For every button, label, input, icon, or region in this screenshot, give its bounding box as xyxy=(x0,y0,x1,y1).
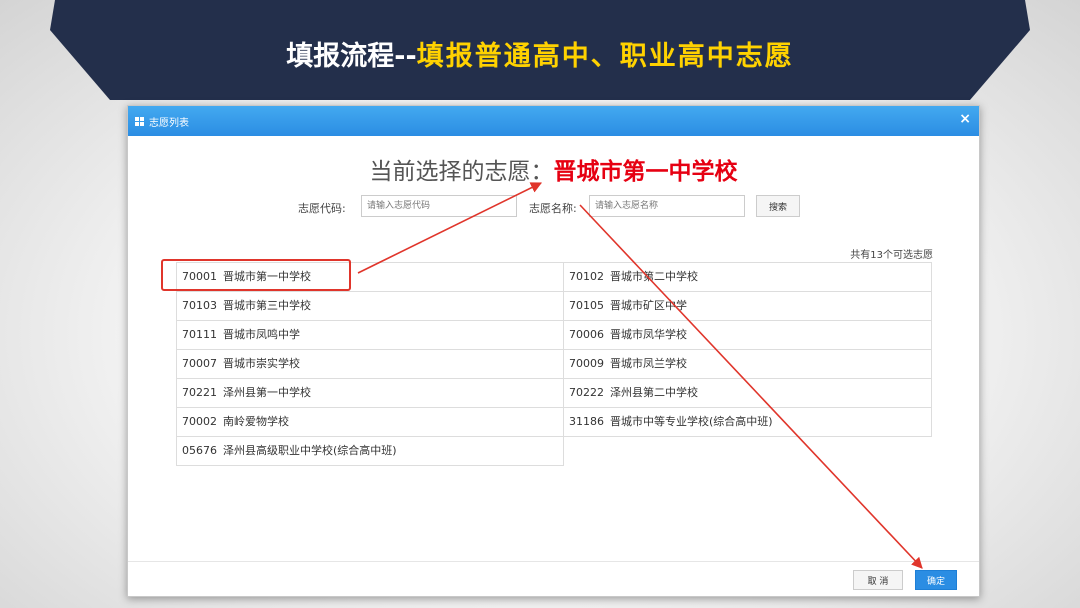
school-code: 70001 xyxy=(182,270,217,283)
school-name: 晋城市凤兰学校 xyxy=(610,357,687,370)
banner-title: 填报流程--填报普通高中、职业高中志愿 xyxy=(0,34,1080,73)
volunteer-list-dialog: 志愿列表 × 当前选择的志愿：晋城市第一中学校 志愿代码: 志愿名称: 搜索 共… xyxy=(127,105,980,597)
school-code: 70103 xyxy=(182,299,217,312)
school-option[interactable]: 70111 晋城市凤鸣中学 xyxy=(176,320,564,350)
banner-title-yellow: 填报普通高中、职业高中志愿 xyxy=(416,41,794,72)
current-selection-label: 当前选择的志愿： xyxy=(369,159,554,185)
school-code: 70111 xyxy=(182,328,217,341)
school-option[interactable]: 70222 泽州县第二中学校 xyxy=(563,378,932,408)
code-label: 志愿代码: xyxy=(298,202,346,215)
school-option[interactable]: 05676 泽州县高级职业中学校(综合高中班) xyxy=(176,436,564,466)
school-name: 泽州县第一中学校 xyxy=(223,386,311,399)
name-input[interactable] xyxy=(589,195,745,217)
school-code: 70221 xyxy=(182,386,217,399)
school-option[interactable]: 70102 晋城市第二中学校 xyxy=(563,262,932,292)
school-code: 70002 xyxy=(182,415,217,428)
school-name: 泽州县第二中学校 xyxy=(610,386,698,399)
school-name: 晋城市中等专业学校(综合高中班) xyxy=(610,415,773,428)
school-option[interactable]: 70001 晋城市第一中学校 xyxy=(176,262,564,292)
school-name: 晋城市崇实学校 xyxy=(223,357,300,370)
school-option[interactable]: 31186 晋城市中等专业学校(综合高中班) xyxy=(563,407,932,437)
footer-divider xyxy=(128,561,979,562)
banner-title-white: 填报流程-- xyxy=(286,41,417,72)
school-name: 晋城市第三中学校 xyxy=(223,299,311,312)
school-code: 70105 xyxy=(569,299,604,312)
school-name: 晋城市凤鸣中学 xyxy=(223,328,300,341)
available-count: 共有13个可选志愿 xyxy=(850,250,933,261)
school-option[interactable]: 70105 晋城市矿区中学 xyxy=(563,291,932,321)
school-code: 70006 xyxy=(569,328,604,341)
school-code: 70222 xyxy=(569,386,604,399)
dialog-title: 志愿列表 xyxy=(149,118,189,129)
close-icon[interactable]: × xyxy=(959,111,971,127)
current-selection: 当前选择的志愿：晋城市第一中学校 xyxy=(128,152,979,186)
school-code: 31186 xyxy=(569,415,604,428)
school-option[interactable]: 70103 晋城市第三中学校 xyxy=(176,291,564,321)
cancel-button[interactable]: 取 消 xyxy=(853,570,903,590)
school-option[interactable]: 70007 晋城市崇实学校 xyxy=(176,349,564,379)
school-code: 70007 xyxy=(182,357,217,370)
school-name: 南岭爱物学校 xyxy=(223,415,289,428)
school-name: 晋城市第一中学校 xyxy=(223,270,311,283)
school-option[interactable]: 70221 泽州县第一中学校 xyxy=(176,378,564,408)
confirm-button[interactable]: 确定 xyxy=(915,570,957,590)
school-option[interactable]: 70009 晋城市凤兰学校 xyxy=(563,349,932,379)
grid-icon xyxy=(135,117,144,126)
code-input[interactable] xyxy=(361,195,517,217)
school-option[interactable]: 70006 晋城市凤华学校 xyxy=(563,320,932,350)
school-name: 晋城市矿区中学 xyxy=(610,299,687,312)
school-name: 晋城市第二中学校 xyxy=(610,270,698,283)
school-option[interactable]: 70002 南岭爱物学校 xyxy=(176,407,564,437)
current-selection-value: 晋城市第一中学校 xyxy=(553,159,738,185)
school-name: 泽州县高级职业中学校(综合高中班) xyxy=(223,444,397,457)
school-name: 晋城市凤华学校 xyxy=(610,328,687,341)
dialog-header: 志愿列表 × xyxy=(128,106,979,136)
school-code: 70009 xyxy=(569,357,604,370)
search-button[interactable]: 搜索 xyxy=(756,195,800,217)
school-code: 05676 xyxy=(182,444,217,457)
school-code: 70102 xyxy=(569,270,604,283)
name-label: 志愿名称: xyxy=(529,202,577,215)
